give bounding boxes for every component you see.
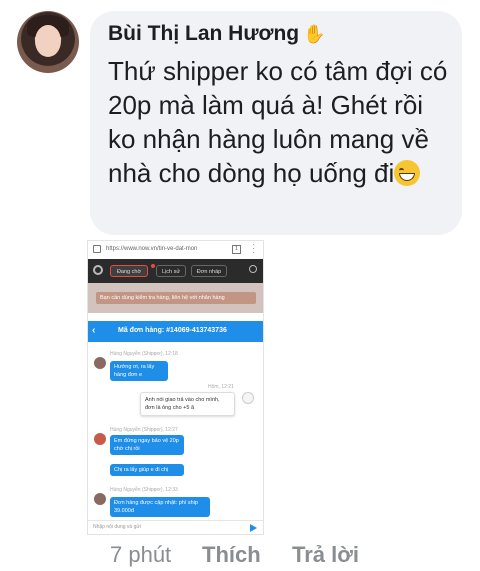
author-name[interactable]: Bùi Thị Lan Hương [108,22,299,45]
message-bubble-right: Anh nói giao trả vào cho mình, đơn là ôn… [140,392,235,416]
back-chevron-icon: ‹ [92,325,96,336]
grinning-sweat-emoji-icon [394,160,421,186]
comment-author[interactable]: Bùi Thị Lan Hương ✋ [108,22,326,46]
like-button[interactable]: Thích [202,542,261,568]
kebab-menu-icon: · · · [252,240,255,257]
message-bubble-left: Đơn hàng được cập nhật: phí ship 39.000đ [110,497,210,517]
url-text: https://www.now.vn/tin-ve-dat-mon [106,246,198,252]
tab-history: Lịch sử [156,265,186,277]
message-meta: Hùng Nguyễn (Shipper), 12:33 [110,487,178,493]
commenter-avatar[interactable] [17,11,79,73]
comment-text: Thứ shipper ko có tâm đợi có 20p mà làm … [108,54,453,190]
customer-avatar [242,392,254,404]
shipper-avatar [94,493,106,505]
message-meta: Hùng Nguyễn (Shipper), 12:27 [110,427,178,433]
chat-input-bar: Nhập nội dung và gửi [88,520,263,534]
message-meta: Hôm, 12:21 [208,384,234,390]
notice-banner-text: Bạn cần dùng kiểm tra hàng, liên hệ với … [96,292,256,304]
message-bubble-left: Chị ra lấy giúp e đi chị [110,464,184,476]
send-icon [250,524,257,532]
attached-screenshot[interactable]: https://www.now.vn/tin-ve-dat-mon 1 · · · … [87,240,264,535]
browser-url-bar: https://www.now.vn/tin-ve-dat-mon 1 · · · [88,241,263,260]
reply-button[interactable]: Trả lời [292,542,359,568]
message-bubble-left: Hướng ơi, ra lấy hàng đơn e [110,361,168,381]
gear-icon [93,265,103,275]
notice-banner: Bạn cần dùng kiểm tra hàng, liên hệ với … [88,283,263,313]
notification-dot [151,264,155,268]
chat-input-placeholder: Nhập nội dung và gửi [93,524,141,530]
message-bubble-left: Em đứng ngay bảo vệ 20p chờ chị rồi [110,435,184,455]
order-id-label: Mã đơn hàng: #14069-413743736 [118,327,227,334]
wave-hand-icon: ✋ [303,24,326,44]
comment-timestamp[interactable]: 7 phút [110,542,171,568]
search-icon [249,265,257,273]
shipper-avatar [94,433,106,445]
order-header: ‹ Mã đơn hàng: #14069-413743736 [88,321,263,342]
tab-waiting: Đang chờ [110,265,148,277]
tabs-count-icon: 1 [232,245,241,254]
shipper-avatar [94,357,106,369]
message-meta: Hùng Nguyễn (Shipper), 12:18 [110,351,178,357]
app-nav-bar: Đang chờ Lịch sử Đơn nháp [88,259,263,283]
avatar-face [35,25,61,57]
home-icon [93,245,101,253]
tab-drafts: Đơn nháp [191,265,227,277]
